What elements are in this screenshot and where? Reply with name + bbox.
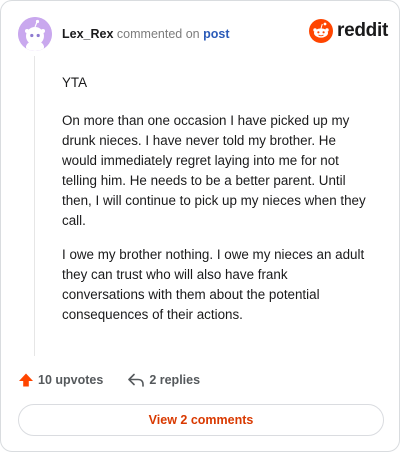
reddit-wordmark: reddit xyxy=(337,20,388,41)
thread-line xyxy=(34,56,35,356)
view-comments-label: View 2 comments xyxy=(148,413,254,427)
comment-paragraph: On more than one occasion I have picked … xyxy=(62,113,366,228)
view-comments-button[interactable]: View 2 comments xyxy=(18,404,384,436)
user-avatar[interactable] xyxy=(18,17,52,51)
comment-paragraph: I owe my brother nothing. I owe my niece… xyxy=(62,247,365,322)
upvote-arrow-icon xyxy=(19,373,33,387)
comment-actions: 10 upvotes 2 replies xyxy=(18,370,200,390)
comment-header: Lex_Rex commented on post reddit xyxy=(18,15,388,53)
reddit-brand[interactable]: reddit xyxy=(309,19,388,43)
replies-count: 2 replies xyxy=(149,373,201,387)
comment-paragraph: YTA xyxy=(62,75,88,90)
snoo-avatar-icon xyxy=(18,17,52,51)
comment-body: YTA On more than one occasion I have pic… xyxy=(62,73,372,339)
reddit-logo-icon xyxy=(309,19,334,43)
upvote-count: 10 upvotes xyxy=(38,373,104,387)
post-link[interactable]: post xyxy=(203,27,229,41)
replies-button[interactable]: 2 replies xyxy=(127,372,200,388)
comment-card: Lex_Rex commented on post reddit YTA On … xyxy=(0,0,400,452)
reply-arrow-icon xyxy=(128,373,145,387)
username-link[interactable]: Lex_Rex xyxy=(62,27,113,41)
comment-meta: Lex_Rex commented on post xyxy=(62,26,229,42)
action-text: commented on xyxy=(116,27,200,41)
upvote-button[interactable]: 10 upvotes xyxy=(18,372,103,388)
